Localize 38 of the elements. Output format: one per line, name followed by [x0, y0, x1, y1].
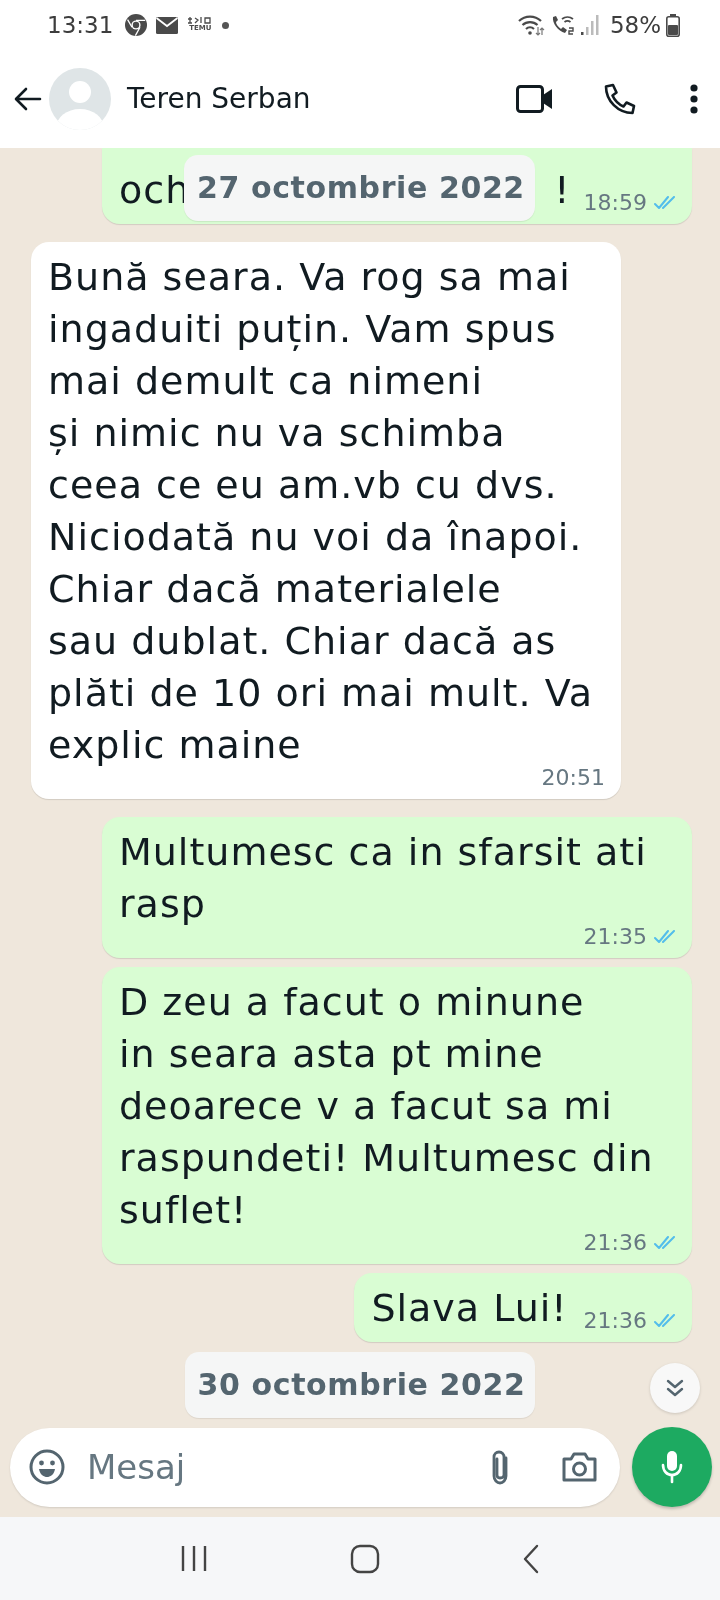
- more-options-button[interactable]: [690, 84, 698, 114]
- video-call-button[interactable]: [516, 85, 553, 113]
- message-time: 18:59: [583, 190, 647, 216]
- message-text: Slava Lui!: [371, 1285, 568, 1332]
- video-camera-icon: [516, 85, 553, 113]
- signal-icon: [580, 14, 599, 36]
- chevron-left-icon: [522, 1543, 539, 1574]
- phone-icon: [603, 82, 636, 116]
- emoji-icon[interactable]: [29, 1449, 65, 1485]
- battery-icon: [666, 13, 680, 37]
- scroll-down-button[interactable]: [650, 1363, 700, 1413]
- back-button[interactable]: [14, 86, 42, 112]
- back-arrow-icon: [14, 87, 42, 112]
- recent-apps-icon: [181, 1545, 208, 1572]
- message-field[interactable]: Mesaj: [10, 1427, 620, 1507]
- notification-dot-icon: [222, 21, 230, 29]
- double-chevron-down-icon: [666, 1379, 684, 1397]
- voice-message-button[interactable]: [632, 1427, 712, 1507]
- home-icon: [350, 1543, 380, 1574]
- home-button[interactable]: [350, 1543, 380, 1574]
- mail-icon: [156, 16, 179, 34]
- status-time: 13:31: [47, 10, 114, 40]
- microphone-icon: [661, 1450, 683, 1484]
- camera-icon[interactable]: [561, 1451, 598, 1483]
- back-nav-button[interactable]: [522, 1543, 539, 1574]
- message-text-fragment: !: [554, 168, 571, 212]
- battery-percent: 58%: [609, 10, 661, 40]
- voice-call-button[interactable]: [603, 82, 636, 116]
- date-chip: 27 octombrie 2022: [184, 155, 535, 221]
- contact-name[interactable]: Teren Serban: [127, 78, 311, 120]
- more-options-icon: [690, 84, 698, 114]
- date-chip: 30 octombrie 2022: [184, 1352, 536, 1418]
- message-input[interactable]: Mesaj: [87, 1442, 489, 1492]
- recent-apps-button[interactable]: [181, 1545, 208, 1572]
- app-glyphs-icon: [187, 17, 214, 24]
- browser-icon: [125, 14, 148, 36]
- message-time: 21:36: [583, 1308, 647, 1334]
- wifi-icon: [517, 14, 545, 36]
